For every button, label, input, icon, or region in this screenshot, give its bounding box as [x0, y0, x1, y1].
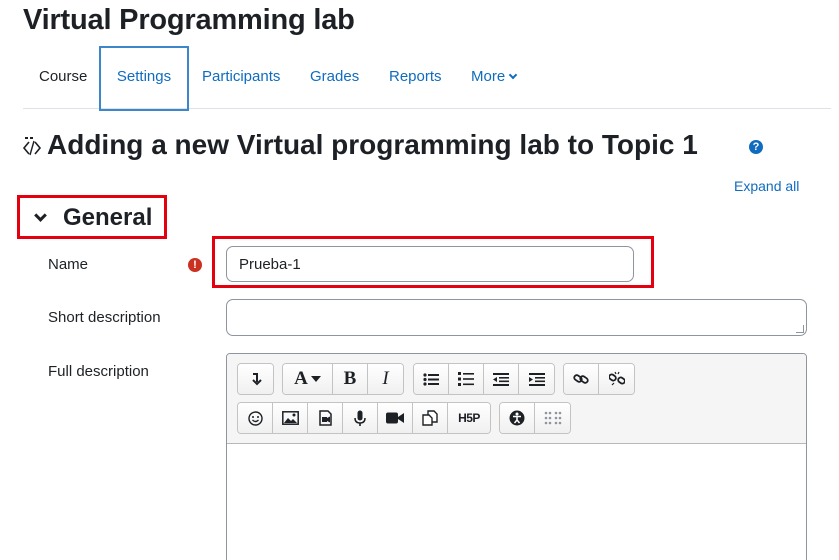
collapse-icon[interactable] — [238, 364, 273, 394]
toolbar-group-style: A B I — [282, 363, 404, 395]
tab-reports[interactable]: Reports — [389, 46, 442, 108]
indent-icon[interactable] — [519, 364, 554, 394]
short-description-label: Short description — [48, 309, 161, 326]
full-description-editor[interactable]: A B I H5P — [226, 353, 807, 560]
tab-more[interactable]: More — [471, 46, 518, 108]
font-icon[interactable]: A — [283, 364, 333, 394]
toolbar-group-accessibility — [499, 402, 571, 434]
secondary-navigation: Course Settings Participants Grades Repo… — [23, 46, 831, 111]
section-title: General — [63, 204, 153, 231]
unlink-icon[interactable] — [599, 364, 634, 394]
course-title: Virtual Programming lab — [23, 4, 355, 36]
resize-handle[interactable] — [796, 325, 804, 333]
bold-icon[interactable]: B — [333, 364, 368, 394]
editor-content-area[interactable] — [227, 444, 806, 560]
help-icon[interactable]: ? — [749, 140, 763, 154]
media-icon[interactable] — [308, 403, 343, 433]
italic-icon[interactable]: I — [368, 364, 403, 394]
page-title: Adding a new Virtual programming lab to … — [47, 129, 698, 160]
emoji-icon[interactable] — [238, 403, 273, 433]
tab-more-label: More — [471, 68, 506, 85]
record-video-icon[interactable] — [378, 403, 413, 433]
toolbar-group-links — [563, 363, 635, 395]
screenreader-helper-icon[interactable] — [535, 403, 570, 433]
full-description-label: Full description — [48, 363, 149, 380]
h5p-label: H5P — [458, 411, 480, 425]
expand-all-link[interactable]: Expand all — [734, 178, 799, 194]
tab-grades[interactable]: Grades — [310, 46, 359, 108]
image-icon[interactable] — [273, 403, 308, 433]
chevron-down-icon[interactable] — [34, 209, 47, 222]
editor-toolbar: A B I H5P — [227, 354, 806, 444]
toolbar-group-collapse — [237, 363, 274, 395]
outdent-icon[interactable] — [484, 364, 519, 394]
bold-label: B — [343, 368, 357, 389]
name-label: Name — [48, 256, 89, 273]
tab-participants[interactable]: Participants — [202, 46, 280, 108]
required-icon: ! — [188, 258, 202, 272]
vpl-activity-icon — [22, 137, 42, 156]
record-audio-icon[interactable] — [343, 403, 378, 433]
chevron-down-icon — [508, 70, 518, 80]
link-icon[interactable] — [564, 364, 599, 394]
h5p-icon[interactable]: H5P — [448, 403, 490, 433]
toolbar-group-media: H5P — [237, 402, 491, 434]
accessibility-checker-icon[interactable] — [500, 403, 535, 433]
tab-settings[interactable]: Settings — [99, 46, 189, 111]
italic-label: I — [382, 368, 389, 389]
font-label: A — [294, 368, 308, 389]
toolbar-group-lists — [413, 363, 555, 395]
tab-course[interactable]: Course — [39, 46, 87, 108]
short-description-input[interactable] — [226, 299, 807, 336]
name-input[interactable] — [226, 246, 634, 282]
unordered-list-icon[interactable] — [414, 364, 449, 394]
ordered-list-icon[interactable] — [449, 364, 484, 394]
general-section-header[interactable]: General — [17, 195, 167, 239]
manage-files-icon[interactable] — [413, 403, 448, 433]
